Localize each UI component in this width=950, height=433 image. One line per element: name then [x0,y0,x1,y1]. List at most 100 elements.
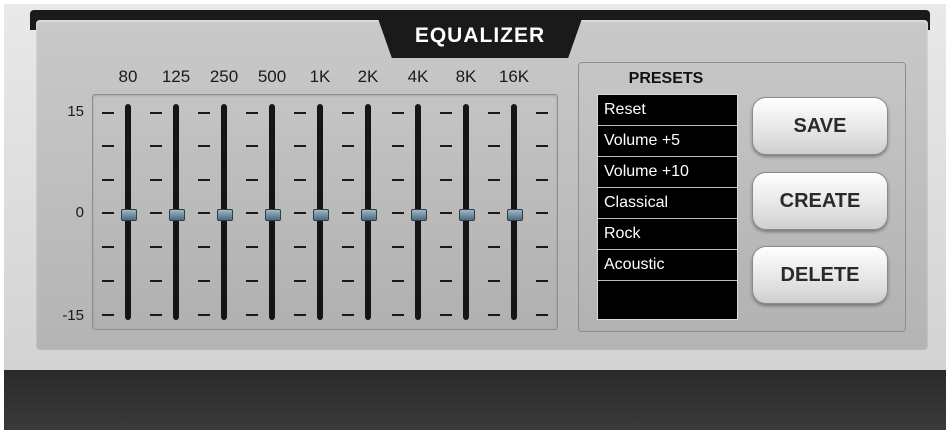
scale-tick [488,246,500,248]
scale-tick [246,212,258,214]
save-button[interactable]: SAVE [752,97,888,155]
scale-tick [342,246,354,248]
scale-tick [488,314,500,316]
scale-tick [294,145,306,147]
scale-tick [198,280,210,282]
scale-tick [536,145,548,147]
scale-tick [150,212,162,214]
scale-tick [102,212,114,214]
preset-item-volume-10[interactable]: Volume +10 [598,157,737,188]
slider-knob[interactable] [265,209,281,221]
scale-tick [392,212,404,214]
slider-knob[interactable] [361,209,377,221]
scale-tick [392,246,404,248]
frequency-label: 250 [209,67,239,86]
scale-tick [342,179,354,181]
slider-knob[interactable] [507,209,523,221]
frequency-label: 4K [407,67,429,86]
scale-tick [294,280,306,282]
scale-label-zero: 0 [75,204,84,221]
scale-tick [150,179,162,181]
frequency-label: 125 [161,67,191,86]
scale-tick [342,280,354,282]
scale-tick [488,179,500,181]
slider-knob[interactable] [169,209,185,221]
slider-knob[interactable] [217,209,233,221]
scale-tick [488,145,500,147]
scale-tick [392,314,404,316]
scale-tick [536,179,548,181]
frequency-label: 1K [309,67,331,86]
scale-tick [342,212,354,214]
scale-tick [440,280,452,282]
scale-tick [150,112,162,114]
bottom-bar [4,370,946,430]
scale-tick [342,314,354,316]
scale-tick [536,212,548,214]
scale-tick [342,145,354,147]
scale-tick [198,112,210,114]
scale-tick [246,314,258,316]
preset-item-acoustic[interactable]: Acoustic [598,250,737,281]
scale-tick [392,112,404,114]
scale-tick [102,112,114,114]
preset-item-volume-5[interactable]: Volume +5 [598,126,737,157]
slider-knob[interactable] [411,209,427,221]
frequency-label: 80 [118,67,138,86]
scale-tick [246,112,258,114]
scale-tick [536,314,548,316]
preset-item-rock[interactable]: Rock [598,219,737,250]
scale-tick [102,280,114,282]
scale-tick [294,314,306,316]
scale-tick [102,314,114,316]
scale-label-bottom: -15 [62,307,84,324]
equalizer-title: EQUALIZER [414,24,546,47]
scale-tick [246,246,258,248]
frequency-label: 16K [498,67,530,86]
slider-knob[interactable] [459,209,475,221]
scale-tick [440,112,452,114]
delete-button[interactable]: DELETE [752,246,888,304]
scale-tick [488,112,500,114]
preset-list[interactable]: Reset Volume +5 Volume +10 Classical Roc… [597,94,738,320]
scale-tick [198,179,210,181]
scale-tick [342,112,354,114]
scale-tick [488,212,500,214]
scale-label-top: 15 [67,103,84,120]
slider-knob[interactable] [121,209,137,221]
scale-tick [294,112,306,114]
scale-tick [440,246,452,248]
scale-tick [246,280,258,282]
scale-tick [198,314,210,316]
frequency-label: 500 [257,67,287,86]
scale-tick [440,145,452,147]
scale-tick [294,212,306,214]
scale-tick [440,314,452,316]
scale-tick [198,145,210,147]
scale-tick [294,179,306,181]
scale-tick [198,246,210,248]
scale-tick [150,145,162,147]
scale-tick [102,179,114,181]
scale-tick [150,314,162,316]
scale-tick [440,212,452,214]
scale-tick [536,112,548,114]
scale-tick [488,280,500,282]
scale-tick [440,179,452,181]
scale-tick [536,246,548,248]
scale-tick [150,280,162,282]
scale-tick [198,212,210,214]
presets-title: PRESETS [628,70,704,87]
preset-item-empty[interactable] [598,281,737,312]
slider-knob[interactable] [313,209,329,221]
scale-tick [392,280,404,282]
frequency-label: 2K [357,67,379,86]
scale-tick [294,246,306,248]
scale-tick [246,145,258,147]
frequency-label: 8K [455,67,477,86]
preset-item-classical[interactable]: Classical [598,188,737,219]
create-button[interactable]: CREATE [752,172,888,230]
scale-tick [392,179,404,181]
preset-item-reset[interactable]: Reset [598,95,737,126]
scale-tick [536,280,548,282]
